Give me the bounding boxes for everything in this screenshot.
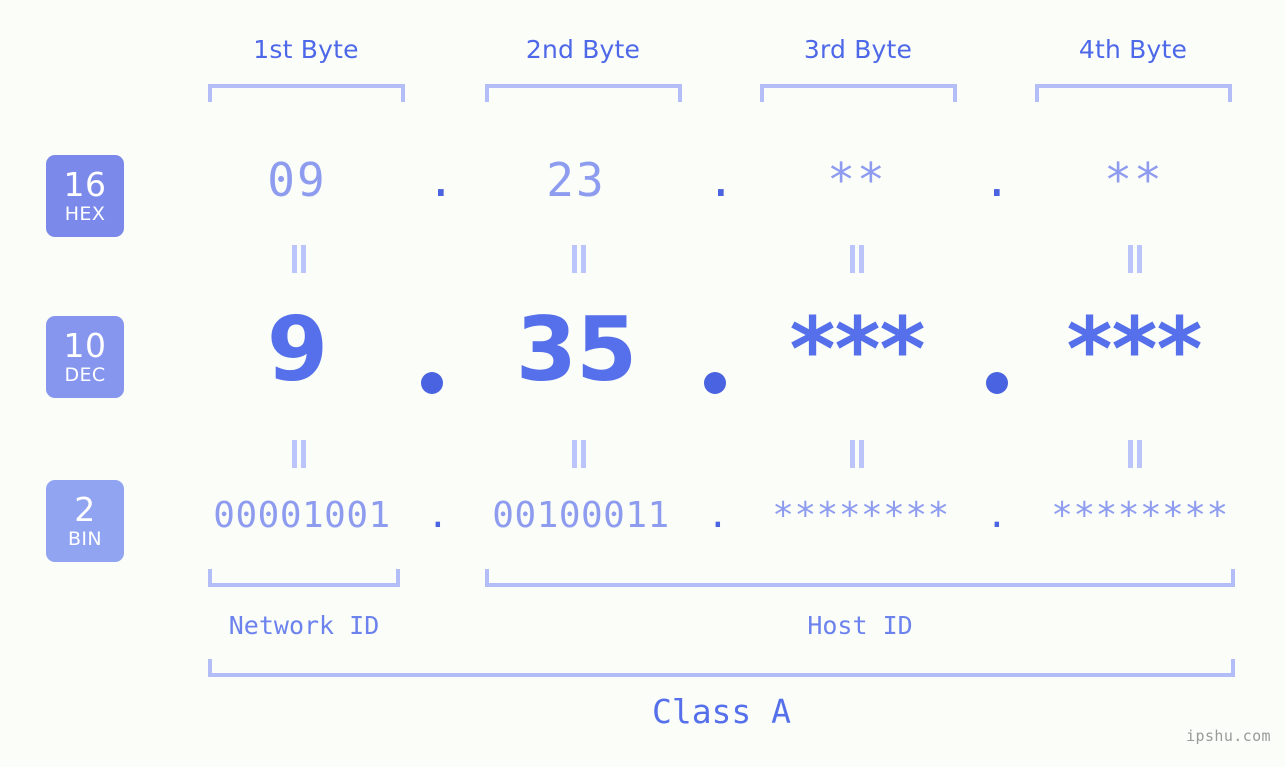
equals-mark-dec-bin-3 (846, 440, 868, 468)
hex-separator-1: . (427, 153, 455, 207)
equals-mark-dec-bin-1 (288, 440, 310, 468)
base-badge-bin-number: 2 (74, 489, 96, 529)
network-id-label: Network ID (228, 611, 380, 640)
base-badge-bin-unit: BIN (67, 527, 103, 550)
base-badge-hex: 16 HEX (46, 155, 124, 237)
equals-mark-dec-bin-4 (1124, 440, 1146, 468)
class-label: Class A (651, 692, 792, 731)
hex-byte-2: 23 (546, 153, 606, 207)
byte-header-2: 2nd Byte (525, 35, 641, 64)
equals-mark-dec-bin-2 (568, 440, 590, 468)
site-watermark: ipshu.com (1186, 727, 1271, 745)
equals-mark-hex-dec-4 (1124, 245, 1146, 273)
bin-separator-1: . (427, 495, 449, 536)
dec-separator-1 (421, 372, 443, 394)
base-badge-dec: 10 DEC (46, 316, 124, 398)
hex-byte-1: 09 (267, 153, 327, 207)
hex-separator-2: . (707, 153, 735, 207)
base-badge-dec-unit: DEC (64, 363, 106, 386)
bin-separator-3: . (986, 495, 1008, 536)
byte-header-3: 3rd Byte (803, 35, 913, 64)
dec-separator-3 (986, 372, 1008, 394)
base-badge-dec-number: 10 (63, 325, 107, 365)
host-id-bracket (485, 569, 1235, 587)
byte-bracket-4 (1035, 84, 1232, 102)
equals-mark-hex-dec-1 (288, 245, 310, 273)
equals-mark-hex-dec-3 (846, 245, 868, 273)
bin-byte-4: ******** (1051, 495, 1229, 536)
dec-byte-2: 35 (515, 298, 637, 401)
base-badge-hex-unit: HEX (64, 202, 106, 225)
byte-header-4: 4th Byte (1078, 35, 1188, 64)
bin-byte-3: ******** (772, 495, 950, 536)
equals-mark-hex-dec-2 (568, 245, 590, 273)
byte-header-1: 1st Byte (253, 35, 359, 64)
bin-byte-2: 00100011 (492, 495, 670, 536)
ip-byte-diagram: 1st Byte 2nd Byte 3rd Byte 4th Byte 16 H… (0, 0, 1285, 767)
dec-separator-2 (704, 372, 726, 394)
hex-byte-3: ** (827, 153, 887, 207)
host-id-label: Host ID (807, 611, 913, 640)
network-id-bracket (208, 569, 400, 587)
dec-byte-1: 9 (266, 298, 328, 401)
byte-bracket-1 (208, 84, 405, 102)
hex-byte-4: ** (1104, 153, 1164, 207)
dec-byte-3: *** (789, 298, 925, 401)
dec-byte-4: *** (1066, 298, 1202, 401)
base-badge-hex-number: 16 (63, 164, 107, 204)
hex-separator-3: . (983, 153, 1011, 207)
bin-separator-2: . (707, 495, 729, 536)
bin-byte-1: 00001001 (213, 495, 391, 536)
base-badge-bin: 2 BIN (46, 480, 124, 562)
byte-bracket-2 (485, 84, 682, 102)
byte-bracket-3 (760, 84, 957, 102)
class-bracket (208, 659, 1235, 677)
